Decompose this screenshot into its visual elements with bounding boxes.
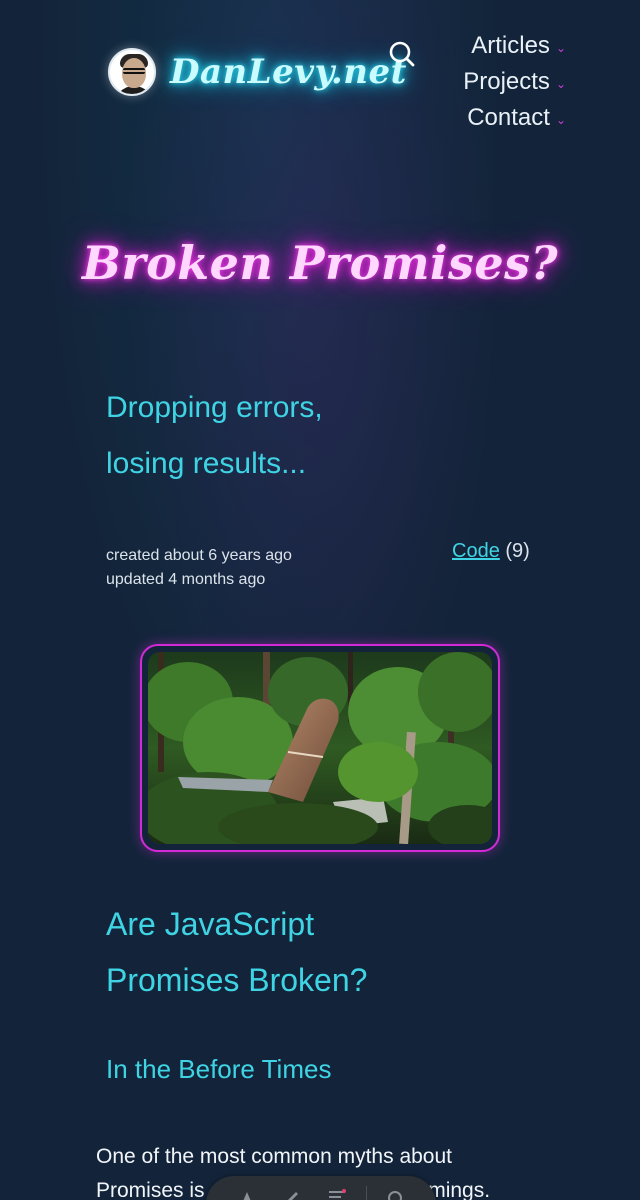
chevron-down-icon: ⌄ <box>555 113 566 127</box>
toolbar-pen-button[interactable] <box>275 1186 309 1200</box>
section-heading-line: Promises Broken? <box>106 962 368 998</box>
search-icon <box>389 41 415 67</box>
chevron-down-icon: ⌄ <box>555 41 566 55</box>
nav-item-label: Contact <box>467 104 550 131</box>
toolbar-mic-button[interactable] <box>230 1186 264 1200</box>
floating-toolbar <box>206 1176 436 1200</box>
microphone-icon <box>243 1192 251 1200</box>
page-title: Broken Promises? <box>81 236 559 290</box>
avatar <box>108 48 156 96</box>
site-brand-link[interactable]: DanLevy.net <box>108 48 407 96</box>
body-line: One of the most common myths about <box>96 1145 452 1168</box>
post-category: Code (9) <box>452 540 530 563</box>
nav-item-projects[interactable]: Projects ⌄ <box>436 64 566 100</box>
chevron-down-icon: ⌄ <box>555 77 566 91</box>
nav-item-label: Projects <box>463 68 550 95</box>
hero-image <box>148 652 492 844</box>
menu-icon <box>329 1189 347 1198</box>
site-name: DanLevy.net <box>170 52 407 92</box>
created-date: created about 6 years ago <box>106 547 292 564</box>
hero-image-frame <box>140 644 500 852</box>
section-heading: Are JavaScript Promises Broken? <box>106 896 506 1008</box>
body-line: Promises is <box>96 1179 205 1200</box>
nav-item-contact[interactable]: Contact ⌄ <box>436 100 566 136</box>
updated-date: updated 4 months ago <box>106 571 266 588</box>
main-nav: Articles ⌄ Projects ⌄ Contact ⌄ <box>436 28 566 136</box>
nav-item-label: Articles <box>471 32 550 59</box>
category-count: (9) <box>505 540 530 562</box>
gear-icon <box>388 1191 403 1200</box>
subsection-heading: In the Before Times <box>106 1054 332 1084</box>
nav-item-articles[interactable]: Articles ⌄ <box>436 28 566 64</box>
subtitle-line: Dropping errors, <box>106 391 323 424</box>
toolbar-menu-button[interactable] <box>320 1186 354 1200</box>
toolbar-settings-button[interactable] <box>378 1186 412 1200</box>
toolbar-divider <box>365 1186 367 1200</box>
category-link[interactable]: Code <box>452 540 500 562</box>
section-heading-line: Are JavaScript <box>106 906 315 942</box>
post-dates: created about 6 years ago updated 4 mont… <box>106 544 292 592</box>
subtitle-line: losing results... <box>106 447 307 480</box>
pen-icon <box>288 1192 299 1200</box>
search-button[interactable] <box>386 38 418 70</box>
page: DanLevy.net Articles ⌄ Projects ⌄ Contac… <box>0 0 640 1200</box>
post-subtitle: Dropping errors, losing results... <box>106 380 466 492</box>
